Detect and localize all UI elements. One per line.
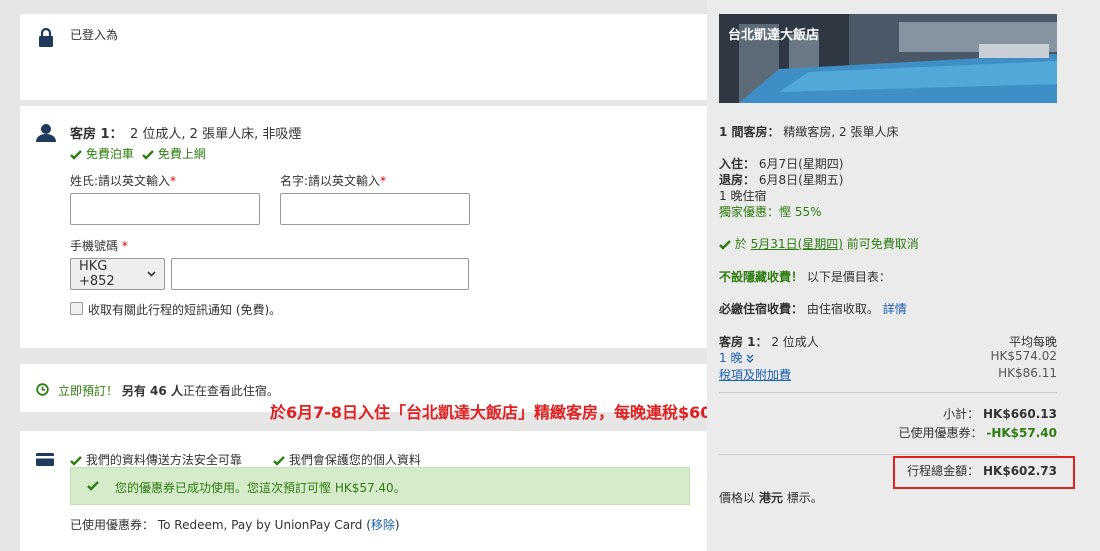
night-price: HK$574.02: [990, 349, 1057, 363]
avg-per-night: 平均每晚: [1008, 335, 1057, 349]
country-code-select[interactable]: HKG +852: [70, 258, 165, 290]
last-name-label: 姓氏:請以英文輸入*: [70, 174, 177, 188]
room-price-line: 客房 1： 2 位成人: [719, 335, 819, 349]
last-name-input[interactable]: [70, 193, 260, 225]
room-title: 客房 1：: [70, 127, 123, 142]
nights-line: 1 晚住宿: [719, 189, 767, 203]
data-protection: 我們會保護您的個人資料: [273, 451, 421, 468]
cancel-date-link[interactable]: 5月31日(星期四): [751, 237, 843, 251]
checkout-line: 退房： 6月8日(星期五): [719, 173, 844, 187]
divider: [719, 454, 1057, 455]
double-chevron-down-icon: [746, 354, 754, 363]
first-name-input[interactable]: [280, 193, 470, 225]
divider: [719, 392, 1057, 393]
lock-icon: [39, 28, 53, 47]
exclusive-deal: 獨家優惠：慳 55%: [719, 205, 822, 219]
login-label: 已登入為: [70, 28, 119, 42]
tax-price: HK$86.11: [998, 366, 1057, 380]
hotel-name: 台北凱達大飯店: [728, 28, 820, 43]
promo-banner: 於6月7-8日入住「台北凱達大飯店」精緻客房，每晚連稅$602起！: [270, 403, 755, 422]
check-icon: [70, 149, 82, 160]
check-icon: [70, 455, 82, 466]
phone-label: 手機號碼 *: [70, 239, 128, 253]
subtotal-line: 小計： HK$660.13: [943, 407, 1057, 421]
tax-link[interactable]: 稅項及附加費: [719, 366, 791, 383]
free-cancel-line: 於 5月31日(星期四) 前可免費取消: [719, 235, 919, 252]
payment-panel: 我們的資料傳送方法安全可靠 我們會保護您的個人資料 您的優惠券已成功使用。您這次…: [20, 431, 707, 551]
room-panel: 客房 1： 2 位成人, 2 張單人床, 非吸煙 免費泊車 免費上網 姓氏:請以…: [20, 106, 707, 348]
check-icon: [142, 149, 154, 160]
room-description: 2 位成人, 2 張單人床, 非吸煙: [130, 127, 302, 142]
currency-note: 價格以 港元 標示。: [719, 491, 823, 505]
login-panel: 已登入為: [20, 14, 707, 100]
remove-coupon-link[interactable]: 移除: [371, 518, 395, 532]
amenity-parking: 免費泊車: [70, 145, 134, 162]
night-toggle[interactable]: 1 晚: [719, 349, 754, 366]
coupon-success-box: 您的優惠券已成功使用。您這次預訂可慳 HK$57.40。: [70, 467, 690, 505]
clock-icon: [36, 383, 49, 396]
amenity-label: 免費泊車: [85, 147, 134, 161]
no-hidden-fees: 不設隱藏收費！ 以下是價目表：: [719, 270, 891, 284]
details-link[interactable]: 詳情: [883, 302, 907, 316]
sms-label: 收取有關此行程的短訊通知 (免費)。: [88, 303, 282, 317]
night-link[interactable]: 1 晚: [719, 351, 742, 365]
check-icon: [87, 481, 99, 491]
total-line: 行程總金額： HK$602.73: [907, 464, 1057, 478]
country-code-value: HKG +852: [79, 259, 115, 289]
coupon-discount-line: 已使用優惠券： -HK$57.40: [898, 426, 1057, 440]
amenity-label: 免費上網: [157, 147, 206, 161]
urgency-text: 立即預訂！ 另有 46 人正在查看此住宿。: [58, 384, 279, 398]
hotel-image: 台北凱達大飯店: [719, 14, 1057, 103]
checkin-line: 入住： 6月7日(星期四): [719, 157, 844, 171]
coupon-used-line: 已使用優惠券： To Redeem, Pay by UnionPay Card …: [70, 518, 400, 532]
mandatory-fees: 必繳住宿收費： 由住宿收取。 詳情: [719, 302, 907, 316]
sms-checkbox[interactable]: [70, 302, 83, 315]
check-icon: [719, 239, 731, 250]
chevron-down-icon: [147, 271, 156, 277]
secure-transfer: 我們的資料傳送方法安全可靠: [70, 451, 242, 468]
phone-input[interactable]: [171, 258, 469, 290]
person-icon: [36, 124, 56, 142]
credit-card-icon: [36, 453, 54, 466]
coupon-success-text: 您的優惠券已成功使用。您這次預訂可慳 HK$57.40。: [115, 481, 406, 495]
first-name-label: 名字:請以英文輸入*: [280, 174, 387, 188]
rooms-line: 1 間客房： 精緻客房, 2 張單人床: [719, 125, 899, 139]
amenity-wifi: 免費上網: [142, 145, 206, 162]
check-icon: [273, 455, 285, 466]
